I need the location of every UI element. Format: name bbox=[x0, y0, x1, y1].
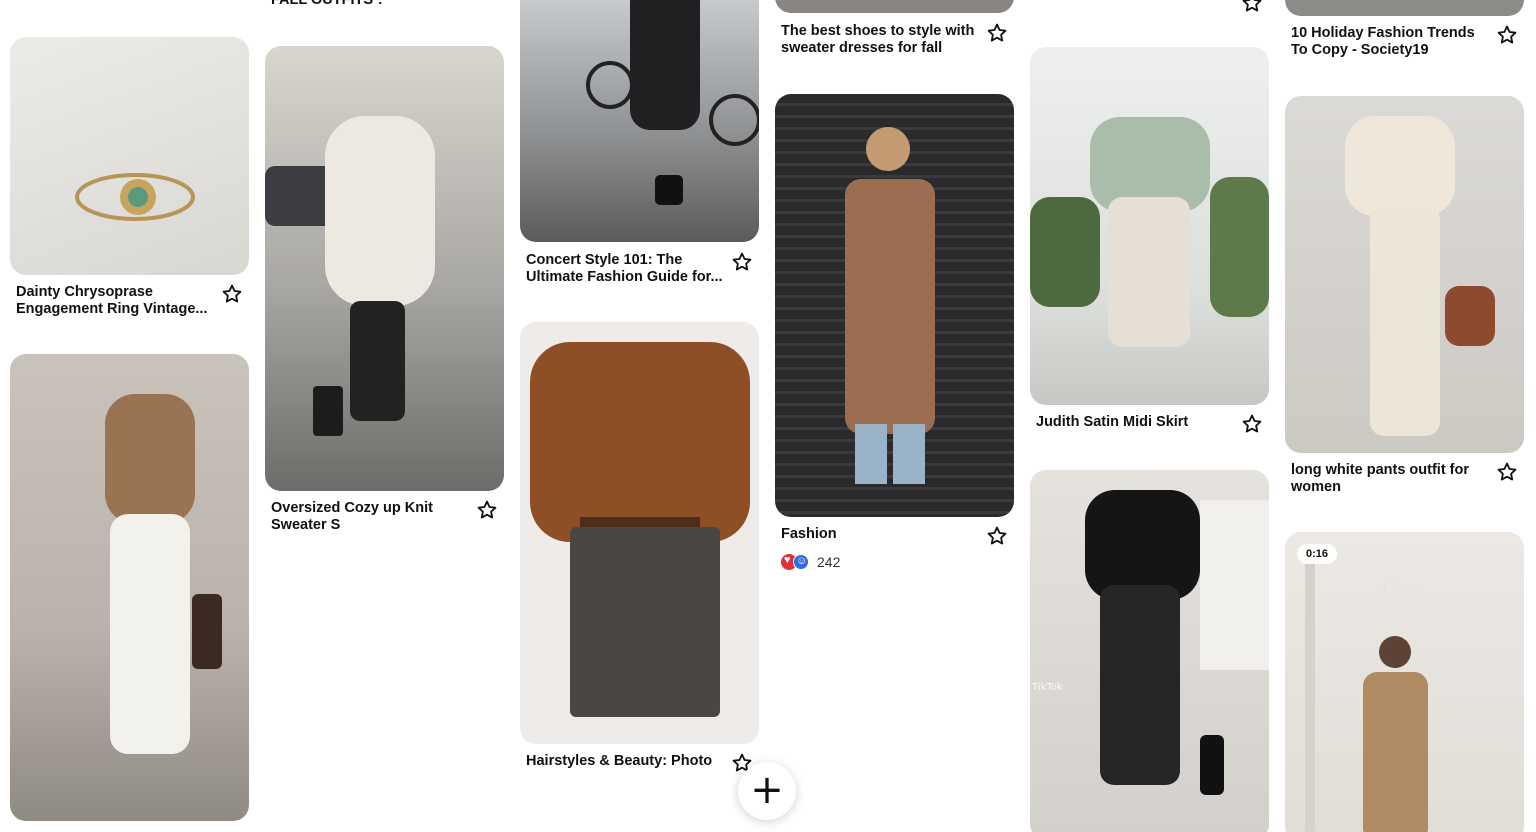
pin-image[interactable] bbox=[265, 46, 504, 491]
pin-image[interactable] bbox=[1285, 96, 1524, 453]
outfit-illustration bbox=[1030, 117, 1269, 347]
star-icon[interactable] bbox=[1241, 0, 1263, 14]
smile-icon bbox=[793, 554, 809, 570]
pin-image[interactable]: 0:16 Classy bbox=[1285, 532, 1524, 832]
ring-illustration bbox=[75, 173, 195, 221]
pin-title: Fashion bbox=[781, 526, 837, 542]
reaction-count: 242 bbox=[817, 554, 841, 570]
pin-image[interactable] bbox=[1030, 47, 1269, 405]
pin-image[interactable] bbox=[520, 322, 759, 744]
outfit-illustration bbox=[265, 116, 435, 436]
pin-image[interactable] bbox=[775, 94, 1014, 517]
pin-title: long white pants outfit for women bbox=[1291, 462, 1470, 495]
create-button[interactable]: + bbox=[738, 762, 796, 820]
star-icon[interactable] bbox=[1241, 413, 1263, 435]
outfit-illustration bbox=[586, 0, 759, 205]
pin-image[interactable] bbox=[1285, 0, 1524, 16]
outfit-illustration bbox=[105, 394, 222, 754]
pin-title: 10 Holiday Fashion Trends To Copy - Soci… bbox=[1291, 25, 1475, 58]
pin-image[interactable]: TikTok bbox=[1030, 470, 1269, 832]
star-icon[interactable] bbox=[1496, 24, 1518, 46]
tiktok-watermark: TikTok bbox=[1032, 682, 1063, 693]
video-overlay-text: Classy bbox=[1383, 580, 1424, 596]
plus-icon: + bbox=[750, 767, 784, 813]
pin-image[interactable] bbox=[775, 0, 1014, 13]
reactions: 242 bbox=[781, 554, 840, 570]
pin-title: Concert Style 101: The Ultimate Fashion … bbox=[526, 252, 723, 285]
video-duration-badge: 0:16 bbox=[1297, 544, 1338, 564]
star-icon[interactable] bbox=[986, 525, 1008, 547]
star-icon[interactable] bbox=[986, 22, 1008, 44]
pin-image[interactable] bbox=[520, 0, 759, 242]
pin-title-cut: FALL OUTFITS·:· bbox=[271, 0, 388, 8]
pin-title: Oversized Cozy up Knit Sweater S bbox=[271, 500, 433, 533]
star-icon[interactable] bbox=[221, 283, 243, 305]
outfit-illustration bbox=[1085, 490, 1269, 795]
outfit-illustration bbox=[1305, 552, 1428, 832]
star-icon[interactable] bbox=[1496, 461, 1518, 483]
pin-image[interactable] bbox=[10, 37, 249, 275]
star-icon[interactable] bbox=[731, 251, 753, 273]
star-icon[interactable] bbox=[476, 499, 498, 521]
outfit-illustration bbox=[845, 127, 935, 484]
pin-title: Judith Satin Midi Skirt bbox=[1036, 414, 1189, 430]
outfit-illustration bbox=[1345, 116, 1495, 436]
pin-image[interactable] bbox=[10, 354, 249, 821]
pin-title: Hairstyles & Beauty: Photo bbox=[526, 753, 713, 769]
pin-title: Dainty Chrysoprase Engagement Ring Vinta… bbox=[16, 284, 208, 317]
outfit-illustration bbox=[530, 342, 750, 717]
pin-title: The best shoes to style with sweater dre… bbox=[781, 23, 975, 56]
